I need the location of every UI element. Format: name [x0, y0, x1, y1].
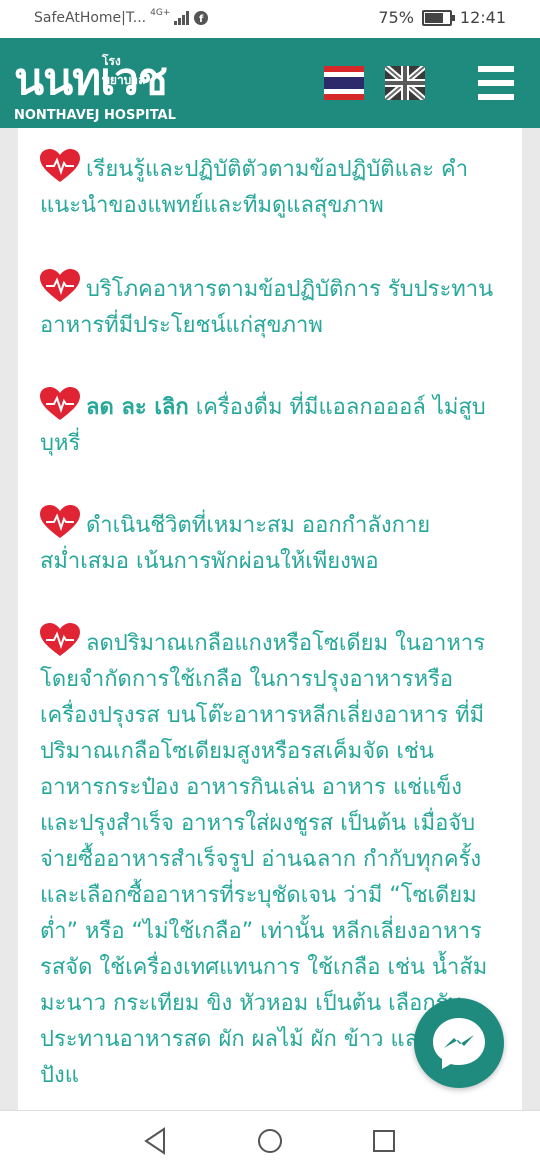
uk-flag-icon[interactable] — [385, 66, 425, 100]
advice-item-1: เรียนรู้และปฏิบัติตัวตามข้อปฏิบัติและ คำ… — [40, 149, 495, 224]
recents-icon[interactable] — [372, 1129, 396, 1153]
advice-bold-text: ลด ละ เลิก — [86, 395, 189, 420]
battery-icon — [421, 9, 455, 26]
system-nav-bar — [0, 1110, 540, 1171]
advice-text: เรียนรู้และปฏิบัติตัวตามข้อปฏิบัติและ คำ… — [40, 157, 469, 218]
advice-text: ดำเนินชีวิตที่เหมาะสม ออกกำลังกายสม่ำเสม… — [40, 513, 431, 574]
status-right: 75% 12:41 — [378, 8, 506, 27]
advice-item-2: บริโภคอาหารตามข้อปฏิบัติการ รับประทานอาห… — [40, 269, 495, 344]
clock: 12:41 — [459, 8, 506, 27]
back-icon[interactable] — [142, 1127, 168, 1155]
heart-pulse-icon — [40, 387, 80, 420]
signal-icon — [174, 11, 190, 25]
site-header: โรงพยาบาล นนทเวช NONTHAVEJ HOSPITAL — [0, 38, 540, 128]
battery-percent: 75% — [378, 8, 414, 27]
network-label: 4G+ — [150, 8, 171, 18]
svg-text:f: f — [199, 14, 204, 25]
status-left: SafeAtHome|T... 4G+ f — [34, 8, 209, 26]
menu-bar-middle — [478, 80, 514, 86]
advice-text: บริโภคอาหารตามข้อปฏิบัติการ รับประทานอาห… — [40, 277, 494, 338]
menu-bar-bottom — [478, 94, 514, 100]
carrier-label: SafeAtHome|T... — [34, 10, 147, 26]
thai-flag-icon[interactable] — [324, 66, 364, 100]
home-icon[interactable] — [257, 1128, 283, 1154]
menu-bar-top — [478, 66, 514, 72]
logo-english: NONTHAVEJ HOSPITAL — [14, 108, 176, 123]
advice-item-4: ดำเนินชีวิตที่เหมาะสม ออกกำลังกายสม่ำเสม… — [40, 505, 495, 580]
heart-pulse-icon — [40, 149, 80, 182]
hamburger-menu-icon[interactable] — [478, 66, 514, 100]
status-bar: SafeAtHome|T... 4G+ f 75% 12:41 — [0, 0, 540, 38]
facebook-icon: f — [194, 11, 209, 25]
heart-pulse-icon — [40, 505, 80, 538]
logo-thai-big: นนทเวช — [14, 54, 168, 105]
messenger-chat-button[interactable] — [414, 998, 504, 1088]
main-content: เรียนรู้และปฏิบัติตัวตามข้อปฏิบัติและ คำ… — [18, 128, 522, 1110]
heart-pulse-icon — [40, 269, 80, 302]
advice-item-3: ลด ละ เลิก เครื่องดื่ม ที่มีแอลกอออล์ ไม… — [40, 387, 495, 462]
messenger-icon — [433, 1018, 485, 1069]
heart-pulse-icon — [40, 623, 80, 656]
